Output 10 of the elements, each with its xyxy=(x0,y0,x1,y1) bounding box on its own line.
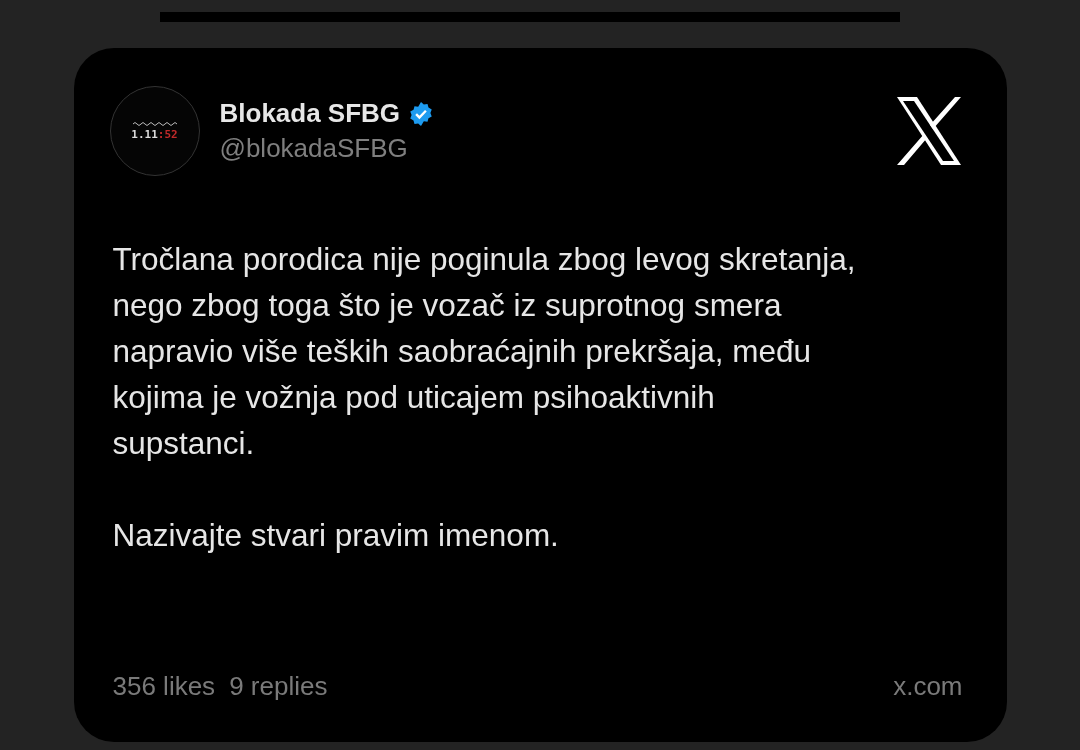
avatar-clock: 1.11:52 xyxy=(131,128,178,141)
likes-count: 356 likes xyxy=(112,671,216,702)
post-text: Tročlana porodica nije poginula zbog levog skretanja, nego zbog toga što je vozač iz suprotnog smera napravio više teških saobraćajnih prekršaja, među kojima je vožnja pod uticajem psihoaktivnih supstanci. xyxy=(112,240,857,463)
replies-count: 9 replies xyxy=(229,671,328,702)
wave-icon xyxy=(132,121,177,126)
source-link[interactable]: x.com xyxy=(893,671,963,702)
post-text: Nazivajte stvari pravim imenom. xyxy=(112,516,560,555)
author-name: Blokada SFBG xyxy=(219,98,401,129)
author-handle: @blokadaSFBG xyxy=(219,133,409,164)
x-logo-icon xyxy=(894,96,963,166)
